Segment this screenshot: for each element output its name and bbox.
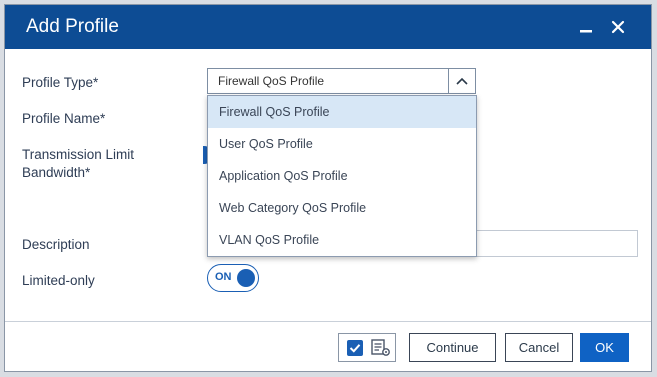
add-profile-dialog: Add Profile Profile Type* Profile Name* …: [4, 4, 652, 372]
transmission-limit-label: Transmission Limit Bandwidth*: [22, 146, 134, 182]
option-firewall-qos[interactable]: Firewall QoS Profile: [208, 96, 476, 128]
option-user-qos[interactable]: User QoS Profile: [208, 128, 476, 160]
limited-only-toggle[interactable]: ON: [207, 264, 259, 292]
dialog-titlebar: Add Profile: [5, 5, 651, 49]
toggle-state-label: ON: [215, 271, 232, 283]
profile-type-dropdown: Firewall QoS Profile User QoS Profile Ap…: [207, 95, 477, 257]
checkbox-checked-icon[interactable]: [347, 340, 363, 361]
footer-divider: [5, 321, 651, 322]
continue-button[interactable]: Continue: [409, 333, 496, 362]
minimize-icon[interactable]: [576, 17, 596, 37]
toggle-knob: [237, 269, 255, 287]
profile-type-label: Profile Type*: [22, 75, 99, 90]
option-web-category-qos[interactable]: Web Category QoS Profile: [208, 192, 476, 224]
profile-type-value: Firewall QoS Profile: [218, 74, 325, 88]
description-label: Description: [22, 237, 90, 252]
list-settings-icon[interactable]: [371, 339, 391, 362]
cancel-button[interactable]: Cancel: [505, 333, 573, 362]
chevron-up-icon[interactable]: [448, 69, 475, 93]
footer-icon-group: [338, 333, 396, 362]
limited-only-label: Limited-only: [22, 273, 95, 288]
option-vlan-qos[interactable]: VLAN QoS Profile: [208, 224, 476, 256]
profile-type-select[interactable]: Firewall QoS Profile: [207, 68, 476, 94]
profile-name-label: Profile Name*: [22, 111, 106, 126]
dialog-title: Add Profile: [26, 16, 119, 37]
description-input[interactable]: [468, 230, 638, 257]
close-icon[interactable]: [608, 17, 628, 37]
transmission-label-line2: Bandwidth*: [22, 165, 91, 180]
transmission-label-line1: Transmission Limit: [22, 147, 135, 162]
ok-button[interactable]: OK: [580, 333, 629, 362]
option-application-qos[interactable]: Application QoS Profile: [208, 160, 476, 192]
